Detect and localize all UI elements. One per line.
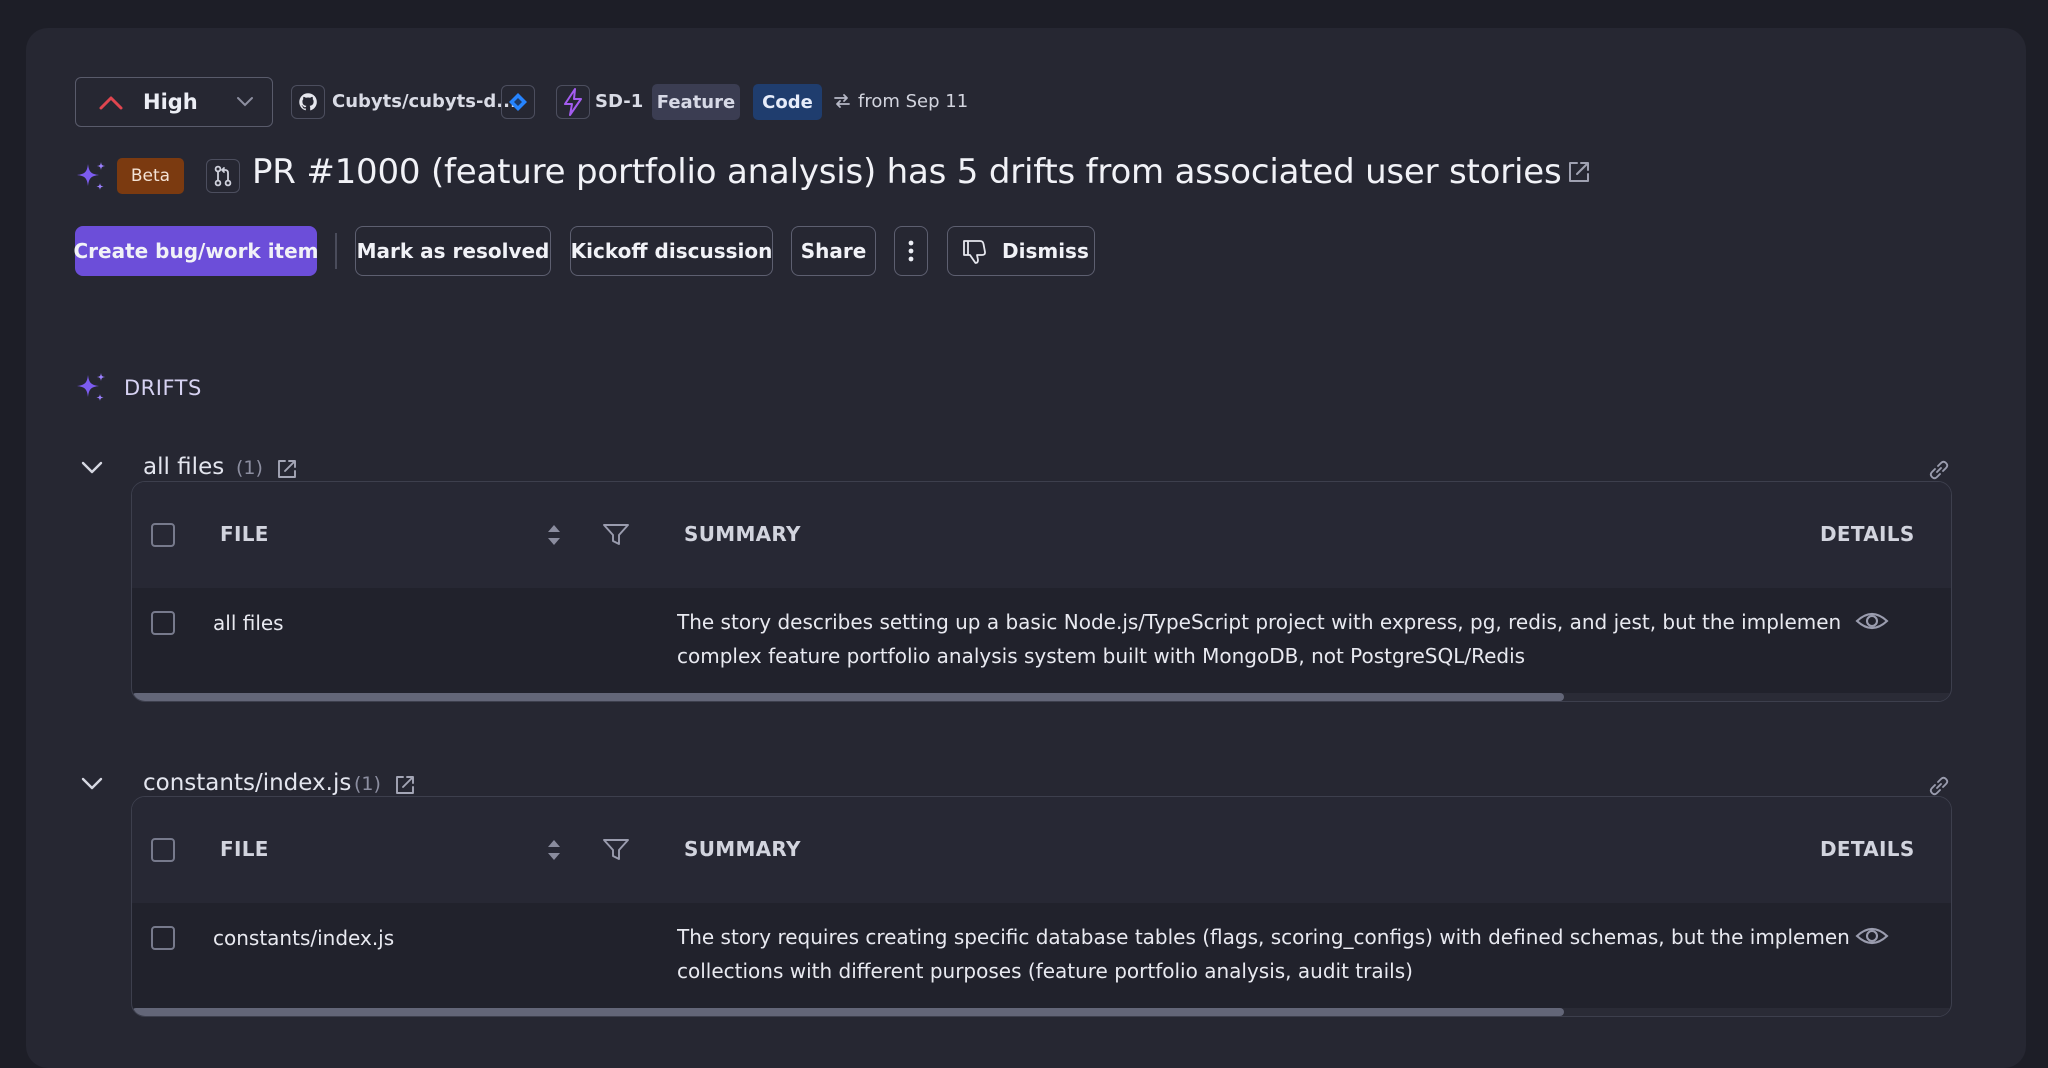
drift-table: FILE SUMMARY DETAILS all files The story… xyxy=(131,481,1952,702)
filter-icon[interactable] xyxy=(602,837,630,863)
dismiss-button[interactable]: Dismiss xyxy=(947,226,1095,276)
create-work-item-button[interactable]: Create bug/work item xyxy=(73,226,319,276)
row-file: constants/index.js xyxy=(213,926,395,950)
group-title: all files xyxy=(143,454,225,480)
copy-link-icon[interactable] xyxy=(1926,457,1952,483)
more-vertical-icon xyxy=(908,240,914,262)
jira-icon xyxy=(501,85,535,119)
beta-badge: Beta xyxy=(117,158,184,194)
kickoff-discussion-button[interactable]: Kickoff discussion xyxy=(570,226,773,276)
row-checkbox[interactable] xyxy=(151,926,175,950)
pull-request-icon xyxy=(206,159,240,193)
summary-line-2: complex feature portfolio analysis syste… xyxy=(677,644,1526,668)
group-count: (1) xyxy=(236,457,263,479)
chevron-down-icon xyxy=(237,97,253,107)
priority-dropdown[interactable]: High xyxy=(75,77,273,127)
filter-icon[interactable] xyxy=(602,522,630,548)
row-file: all files xyxy=(213,611,284,635)
column-summary: SUMMARY xyxy=(684,522,801,546)
sort-icon[interactable] xyxy=(546,522,562,548)
sort-icon[interactable] xyxy=(546,837,562,863)
priority-high-icon xyxy=(99,96,123,110)
github-icon xyxy=(291,85,325,119)
table-row: all files The story describes setting up… xyxy=(132,588,1951,692)
table-header: FILE SUMMARY DETAILS xyxy=(132,482,1951,588)
divider xyxy=(335,233,337,269)
column-file: FILE xyxy=(220,837,269,861)
ticket-id[interactable]: SD-1 xyxy=(595,91,643,112)
more-options-button[interactable] xyxy=(894,226,928,276)
summary-line-1: The story requires creating specific dat… xyxy=(677,925,1850,949)
eye-icon[interactable] xyxy=(1855,923,1889,949)
priority-label: High xyxy=(143,90,198,114)
column-file: FILE xyxy=(220,522,269,546)
row-summary: The story requires creating specific dat… xyxy=(677,920,1927,988)
code-tag: Code xyxy=(753,84,822,120)
drift-panel: High Cubyts/cubyts-d... SD-1 Feature Cod… xyxy=(26,28,2026,1068)
group-count: (1) xyxy=(354,773,381,795)
group-external-link-icon[interactable] xyxy=(393,773,417,797)
summary-line-2: collections with different purposes (fea… xyxy=(677,959,1413,983)
collapse-chevron-icon[interactable] xyxy=(80,460,104,476)
column-details: DETAILS xyxy=(1820,522,1915,546)
external-link-icon[interactable] xyxy=(1565,158,1593,186)
horizontal-scrollbar[interactable] xyxy=(132,1008,1951,1016)
column-summary: SUMMARY xyxy=(684,837,801,861)
sync-icon xyxy=(834,94,850,108)
row-checkbox[interactable] xyxy=(151,611,175,635)
scrollbar-thumb[interactable] xyxy=(132,693,1564,701)
drifts-section-label: DRIFTS xyxy=(124,376,202,400)
drifts-sparkle-icon xyxy=(77,373,105,401)
mark-resolved-button[interactable]: Mark as resolved xyxy=(355,226,551,276)
eye-icon[interactable] xyxy=(1855,608,1889,634)
page-title: PR #1000 (feature portfolio analysis) ha… xyxy=(252,152,1562,192)
table-row: constants/index.js The story requires cr… xyxy=(132,903,1951,1007)
collapse-chevron-icon[interactable] xyxy=(80,776,104,792)
share-button[interactable]: Share xyxy=(791,226,876,276)
lightning-icon xyxy=(556,85,590,119)
group-external-link-icon[interactable] xyxy=(275,457,299,481)
sparkle-icon xyxy=(77,162,105,190)
table-header: FILE SUMMARY DETAILS xyxy=(132,797,1951,903)
repo-name[interactable]: Cubyts/cubyts-d... xyxy=(332,91,517,112)
column-details: DETAILS xyxy=(1820,837,1915,861)
feature-tag: Feature xyxy=(652,84,740,120)
group-title: constants/index.js xyxy=(143,770,352,796)
row-summary: The story describes setting up a basic N… xyxy=(677,605,1927,673)
select-all-checkbox[interactable] xyxy=(151,838,175,862)
since-date: from Sep 11 xyxy=(858,91,969,112)
thumbs-down-icon xyxy=(963,240,986,264)
summary-line-1: The story describes setting up a basic N… xyxy=(677,610,1842,634)
dismiss-label: Dismiss xyxy=(1002,239,1089,263)
horizontal-scrollbar[interactable] xyxy=(132,693,1951,701)
drift-table: FILE SUMMARY DETAILS constants/index.js … xyxy=(131,796,1952,1017)
scrollbar-thumb[interactable] xyxy=(132,1008,1564,1016)
select-all-checkbox[interactable] xyxy=(151,523,175,547)
